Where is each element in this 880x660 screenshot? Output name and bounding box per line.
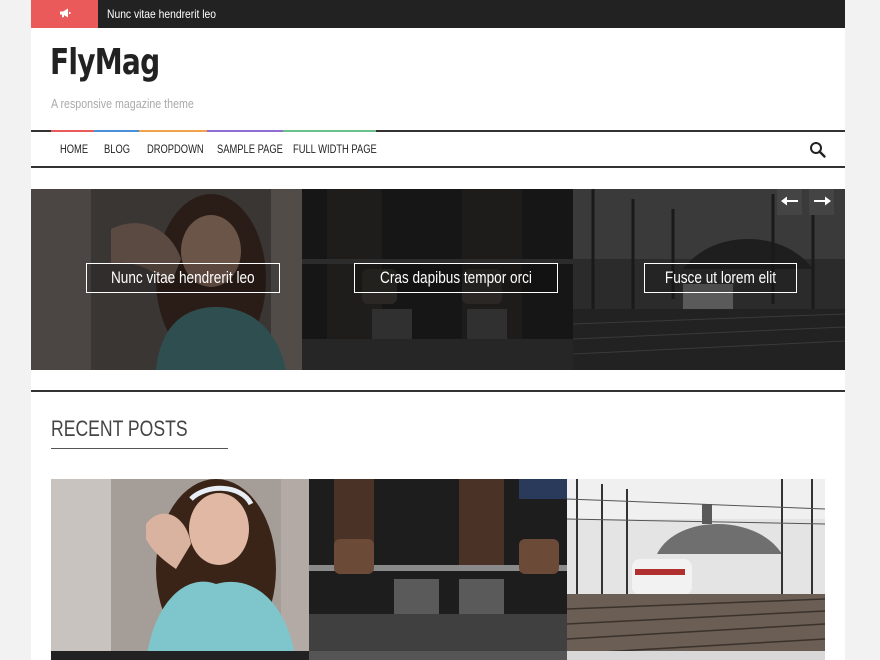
- page-container: Nunc vitae hendrerit leo FlyMag A respon…: [31, 0, 845, 660]
- slide-2[interactable]: Cras dapibus tempor orci: [302, 189, 573, 370]
- slide-1-caption[interactable]: Nunc vitae hendrerit leo: [86, 263, 280, 293]
- slide-2-caption[interactable]: Cras dapibus tempor orci: [354, 263, 558, 293]
- arrow-right-icon: [813, 193, 831, 211]
- slider-prev-button[interactable]: [777, 189, 802, 215]
- nav-item-dropdown[interactable]: DROPDOWN: [147, 132, 204, 166]
- site-tagline: A responsive magazine theme: [51, 96, 194, 111]
- slide-3-caption[interactable]: Fusce ut lorem elit: [644, 263, 797, 293]
- slide-1[interactable]: Nunc vitae hendrerit leo: [31, 189, 302, 370]
- recent-post-thumbnail-2[interactable]: [309, 479, 567, 660]
- section-divider: [31, 390, 845, 392]
- megaphone-icon: [59, 5, 71, 23]
- slider-next-button[interactable]: [809, 189, 834, 215]
- recent-posts-heading: RECENT POSTS: [51, 416, 228, 449]
- nav-item-sample-page[interactable]: SAMPLE PAGE: [217, 132, 283, 166]
- main-navigation: HOME BLOG DROPDOWN SAMPLE PAGE FULL WIDT…: [31, 130, 845, 168]
- news-ticker: Nunc vitae hendrerit leo: [31, 0, 845, 28]
- recent-post-thumbnail-1[interactable]: [51, 479, 309, 660]
- featured-slider: Nunc vitae hendrerit leo Cras dapibus te…: [31, 189, 845, 370]
- ticker-headline-link[interactable]: Nunc vitae hendrerit leo: [107, 0, 216, 28]
- nav-item-full-width-page[interactable]: FULL WIDTH PAGE: [293, 132, 377, 166]
- ticker-badge: [31, 0, 98, 28]
- recent-post-thumbnail-3[interactable]: [567, 479, 825, 660]
- slide-3[interactable]: Fusce ut lorem elit: [573, 189, 845, 370]
- nav-item-home[interactable]: HOME: [60, 132, 88, 166]
- site-title[interactable]: FlyMag: [50, 42, 160, 83]
- arrow-left-icon: [780, 193, 799, 211]
- search-icon[interactable]: [809, 141, 827, 159]
- nav-item-blog[interactable]: BLOG: [104, 132, 130, 166]
